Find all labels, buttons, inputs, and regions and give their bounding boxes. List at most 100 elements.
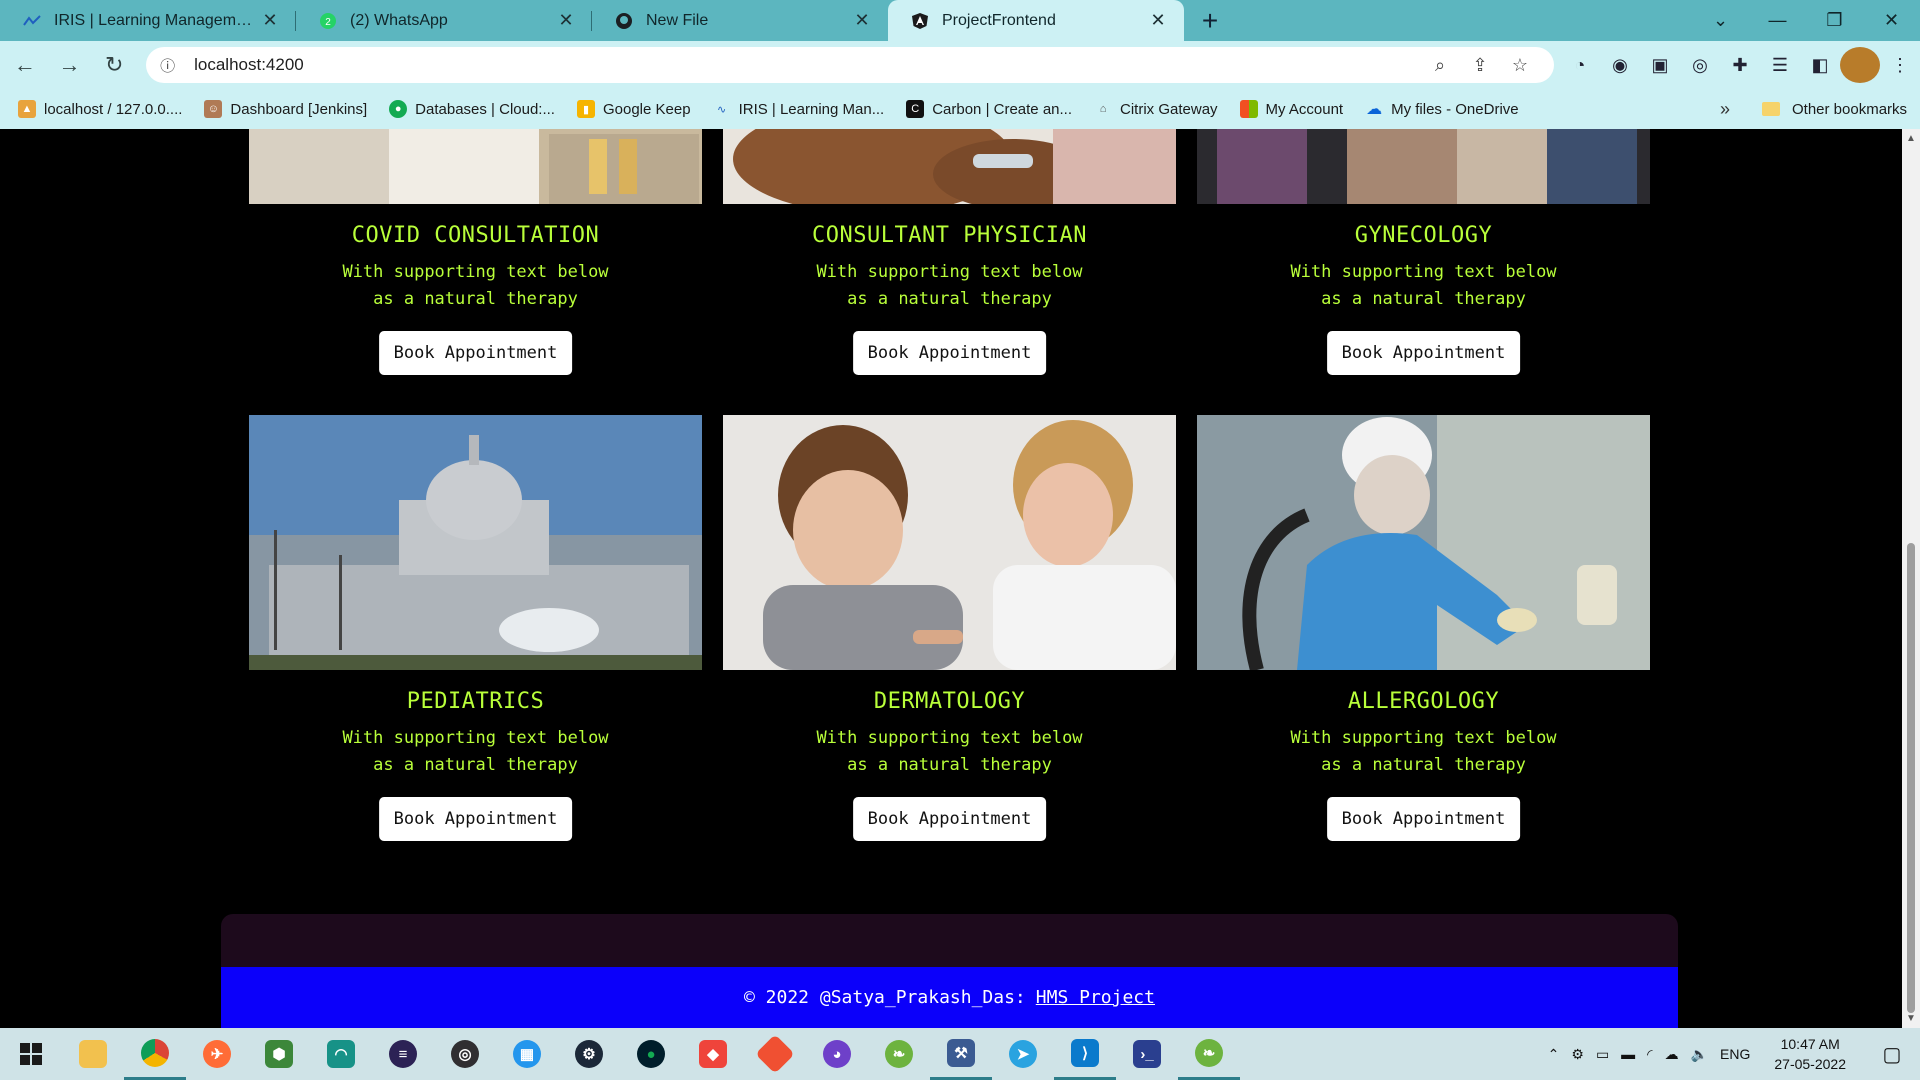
spring-tool-running-icon[interactable]: ❧ <box>1178 1028 1240 1080</box>
tab-search-icon[interactable]: ⌄ <box>1692 0 1749 41</box>
tab-projectfrontend[interactable]: ProjectFrontend ✕ <box>888 0 1184 41</box>
forward-icon[interactable]: → <box>50 45 90 85</box>
clock-date: 27-05-2022 <box>1774 1056 1846 1072</box>
display-icon[interactable]: ▭ <box>1596 1046 1609 1063</box>
new-tab-button[interactable]: + <box>1190 0 1230 41</box>
bookmark-item[interactable]: ⌂ Citrix Gateway <box>1094 100 1218 118</box>
extensions-area: ◔ ◉ ▣ ◎ ✚ ☰ ◧ ⋮ <box>1560 47 1920 83</box>
github-desktop-icon[interactable]: ◕ <box>806 1028 868 1080</box>
address-url[interactable]: localhost:4200 <box>194 55 1420 75</box>
powershell-icon[interactable]: ›_ <box>1116 1028 1178 1080</box>
bookmark-item[interactable]: My Account <box>1239 100 1344 118</box>
bookmark-label: Google Keep <box>602 100 691 118</box>
bookmark-item[interactable]: ▲ localhost / 127.0.0.... <box>18 100 182 118</box>
spring-tool-icon[interactable]: ❧ <box>868 1028 930 1080</box>
page-scrollbar[interactable]: ▲ ▼ <box>1902 129 1920 1028</box>
address-bar[interactable]: ⓘ localhost:4200 ⌕ ⇪ ☆ <box>146 47 1554 83</box>
mongodb-logo-icon: ● <box>637 1040 665 1068</box>
zoom-icon[interactable]: ⌕ <box>1420 55 1460 76</box>
close-icon[interactable]: ✕ <box>852 10 872 31</box>
notification-icon[interactable]: ▢ <box>1870 1042 1914 1067</box>
vscode-icon[interactable]: ⟩ <box>1054 1028 1116 1080</box>
network-drive-icon[interactable]: ⚙ <box>1571 1046 1584 1063</box>
extension-icon[interactable]: ◎ <box>1680 47 1720 83</box>
clock[interactable]: 10:47 AM 27-05-2022 <box>1774 1034 1846 1074</box>
reload-icon[interactable]: ↻ <box>94 45 134 85</box>
anydesk-icon[interactable]: ◆ <box>682 1028 744 1080</box>
reading-list-icon[interactable]: ☰ <box>1760 47 1800 83</box>
book-appointment-button[interactable]: Book Appointment <box>1326 331 1521 375</box>
bookmark-item[interactable]: ▮ Google Keep <box>576 100 691 118</box>
avatar <box>1839 47 1880 83</box>
volume-icon[interactable]: 🔈 <box>1691 1046 1708 1063</box>
footer-project-link[interactable]: HMS Project <box>1036 987 1155 1008</box>
gitkraken-icon[interactable]: ◠ <box>310 1028 372 1080</box>
obs-icon[interactable]: ◎ <box>434 1028 496 1080</box>
back-icon[interactable]: ← <box>5 45 45 85</box>
ssms-icon[interactable]: ⚒ <box>930 1028 992 1080</box>
close-icon[interactable]: ✕ <box>1148 10 1168 31</box>
bookmark-label: Dashboard [Jenkins] <box>230 100 368 118</box>
tab-iris[interactable]: IRIS | Learning Management Syst ✕ <box>0 0 296 41</box>
chrome-icon[interactable] <box>124 1028 186 1080</box>
telegram-icon[interactable]: ➤ <box>992 1028 1054 1080</box>
other-bookmarks[interactable]: Other bookmarks <box>1762 101 1907 118</box>
wifi-icon[interactable]: ◜ <box>1647 1046 1652 1063</box>
card-description: With supporting text below as a natural … <box>816 728 1083 775</box>
chevron-up-icon[interactable]: ⌃ <box>1548 1046 1560 1063</box>
eclipse-icon[interactable]: ≡ <box>372 1028 434 1080</box>
git-icon[interactable] <box>744 1028 806 1080</box>
postman-icon[interactable]: ✈ <box>186 1028 248 1080</box>
scroll-up-icon[interactable]: ▲ <box>1906 133 1916 144</box>
bookmark-item[interactable]: ☺ Dashboard [Jenkins] <box>204 100 367 118</box>
bookmarks-overflow-icon[interactable]: » <box>1720 99 1730 120</box>
card-title: GYNECOLOGY <box>1354 223 1493 248</box>
scroll-down-icon[interactable]: ▼ <box>1906 1013 1916 1024</box>
file-explorer-icon[interactable] <box>62 1028 124 1080</box>
minimize-icon[interactable]: — <box>1749 0 1806 41</box>
nodejs-icon[interactable]: ⬢ <box>248 1028 310 1080</box>
docker-icon[interactable]: ▦ <box>496 1028 558 1080</box>
powershell-logo-icon: ›_ <box>1133 1040 1161 1068</box>
profile-avatar[interactable] <box>1839 47 1880 83</box>
bookmark-label: Citrix Gateway <box>1120 100 1218 118</box>
close-window-icon[interactable]: ✕ <box>1863 0 1920 41</box>
side-panel-icon[interactable]: ◧ <box>1800 47 1840 83</box>
steam-icon[interactable]: ⚙ <box>558 1028 620 1080</box>
tab-whatsapp[interactable]: 2 (2) WhatsApp ✕ <box>296 0 592 41</box>
site-info-icon[interactable]: ⓘ <box>160 55 182 76</box>
bookmark-item[interactable]: ∿ IRIS | Learning Man... <box>713 100 884 118</box>
book-appointment-button[interactable]: Book Appointment <box>1326 797 1521 841</box>
card-image <box>249 415 702 670</box>
language-indicator[interactable]: ENG <box>1720 1046 1750 1062</box>
bookmark-star-icon[interactable]: ☆ <box>1500 55 1540 76</box>
tab-github[interactable]: New File ✕ <box>592 0 888 41</box>
mongodb-compass-icon[interactable]: ● <box>620 1028 682 1080</box>
book-appointment-button[interactable]: Book Appointment <box>378 797 573 841</box>
cloud-icon[interactable]: ☁ <box>1665 1046 1679 1063</box>
bookmark-item[interactable]: ● Databases | Cloud:... <box>389 100 555 118</box>
bookmark-item[interactable]: ☁ My files - OneDrive <box>1365 100 1519 119</box>
close-icon[interactable]: ✕ <box>556 10 576 31</box>
extension-icon[interactable]: ▣ <box>1640 47 1680 83</box>
scroll-thumb[interactable] <box>1907 543 1915 1013</box>
restore-icon[interactable]: ❐ <box>1806 0 1863 41</box>
extension-icon[interactable]: ◉ <box>1600 47 1640 83</box>
close-icon[interactable]: ✕ <box>260 10 280 31</box>
book-appointment-button[interactable]: Book Appointment <box>852 797 1047 841</box>
start-button[interactable] <box>0 1028 62 1080</box>
whatsapp-icon: 2 <box>318 11 338 31</box>
book-appointment-button[interactable]: Book Appointment <box>378 331 573 375</box>
extension-icon[interactable]: ◔ <box>1560 47 1600 83</box>
card-description: With supporting text below as a natural … <box>1290 262 1557 309</box>
battery-icon[interactable]: ▬ <box>1621 1046 1635 1062</box>
book-appointment-button[interactable]: Book Appointment <box>852 331 1047 375</box>
puzzle-icon[interactable]: ✚ <box>1720 47 1760 83</box>
share-icon[interactable]: ⇪ <box>1460 55 1500 76</box>
iris-icon: ∿ <box>716 103 727 116</box>
bookmark-label: My Account <box>1265 100 1344 118</box>
card-image <box>1197 415 1650 670</box>
menu-icon[interactable]: ⋮ <box>1880 47 1920 83</box>
bookmark-item[interactable]: C Carbon | Create an... <box>906 100 1072 118</box>
windows-taskbar: ✈ ⬢ ◠ ≡ ◎ ▦ ⚙ ● ◆ ◕ ❧ ⚒ ➤ ⟩ ›_ ❧ ⌃ ⚙ ▭ ▬… <box>0 1028 1920 1080</box>
